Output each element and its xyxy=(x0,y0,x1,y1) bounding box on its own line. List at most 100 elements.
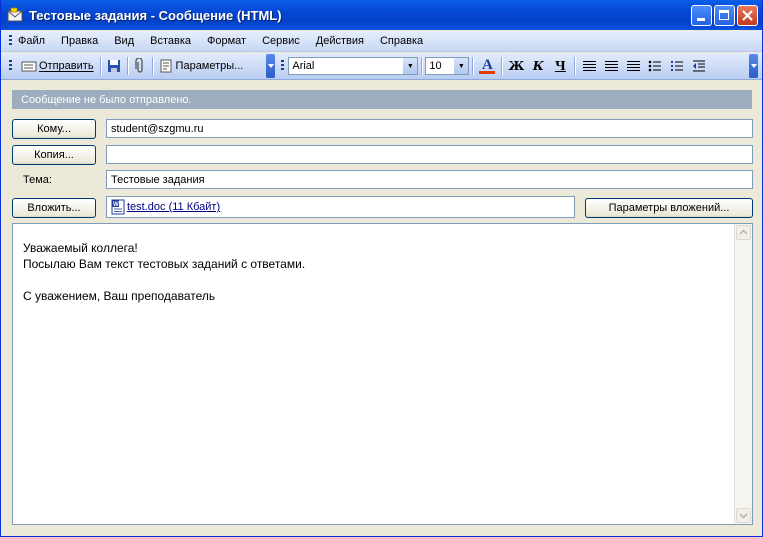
underline-icon: Ч xyxy=(554,59,566,73)
grip-icon[interactable] xyxy=(281,60,285,72)
grip-icon[interactable] xyxy=(9,60,12,72)
italic-button[interactable]: К xyxy=(527,56,549,76)
chevron-up-icon xyxy=(739,229,748,235)
body-line: С уважением, Ваш преподаватель xyxy=(23,289,216,303)
bold-icon: Ж xyxy=(508,59,525,73)
scroll-up-button[interactable] xyxy=(736,225,751,240)
subject-field[interactable]: Тестовые задания xyxy=(106,170,753,189)
message-body[interactable]: Уважаемый коллега! Посылаю Вам текст тес… xyxy=(12,223,753,525)
message-window: Тестовые задания - Сообщение (HTML) Файл… xyxy=(0,0,763,537)
font-color-icon: A xyxy=(481,56,493,73)
subject-label: Тема: xyxy=(23,174,52,186)
to-button[interactable]: Кому... xyxy=(12,119,96,139)
font-name-select[interactable]: Arial ▼ xyxy=(288,57,419,75)
decrease-indent-button[interactable] xyxy=(688,56,710,76)
to-field[interactable]: student@szgmu.ru xyxy=(106,119,753,138)
cc-button-label: Копия... xyxy=(34,149,74,161)
minimize-button[interactable] xyxy=(691,5,712,26)
word-document-icon: W xyxy=(111,199,125,215)
toolbar-separator xyxy=(574,57,576,75)
align-left-button[interactable] xyxy=(578,56,600,76)
menu-file[interactable]: Файл xyxy=(18,35,45,47)
minimize-icon xyxy=(697,18,705,21)
grip-icon[interactable] xyxy=(9,35,12,47)
italic-icon: К xyxy=(532,59,544,73)
menu-insert[interactable]: Вставка xyxy=(150,35,191,47)
menu-bar: Файл Правка Вид Вставка Формат Сервис Де… xyxy=(1,31,762,52)
font-color-swatch xyxy=(479,70,496,74)
mail-envelope-icon[interactable] xyxy=(7,7,23,23)
align-left-icon xyxy=(582,60,596,72)
chevron-down-icon[interactable]: ▼ xyxy=(454,58,469,74)
body-line: Посылаю Вам текст тестовых заданий с отв… xyxy=(23,257,306,271)
toolbar-separator xyxy=(472,57,474,75)
bullets-button[interactable] xyxy=(644,56,666,76)
menu-help[interactable]: Справка xyxy=(380,35,423,47)
align-right-icon xyxy=(626,60,640,72)
to-field-value: student@szgmu.ru xyxy=(111,122,204,135)
to-button-label: Кому... xyxy=(37,123,71,135)
title-bar[interactable]: Тестовые задания - Сообщение (HTML) xyxy=(1,0,762,30)
font-color-button[interactable]: A xyxy=(476,56,498,76)
menu-view[interactable]: Вид xyxy=(114,35,134,47)
message-body-text: Уважаемый коллега! Посылаю Вам текст тес… xyxy=(23,240,305,304)
font-name-value: Arial xyxy=(292,60,315,72)
close-icon xyxy=(742,10,753,21)
maximize-button[interactable] xyxy=(714,5,735,26)
svg-text:W: W xyxy=(113,202,119,208)
decrease-indent-icon xyxy=(693,60,706,72)
toolbar: Отправить Параметры... Arial ▼ 10 ▼ A Ж … xyxy=(1,53,762,80)
font-size-value: 10 xyxy=(429,60,442,72)
subject-field-value: Тестовые задания xyxy=(111,173,205,186)
underline-button[interactable]: Ч xyxy=(549,56,571,76)
bullet-list-icon xyxy=(649,60,662,72)
info-bar: Сообщение не было отправлено. xyxy=(12,90,752,109)
bold-button[interactable]: Ж xyxy=(505,56,527,76)
toolbar-overflow-icon[interactable] xyxy=(266,54,276,78)
font-size-select[interactable]: 10 ▼ xyxy=(425,57,470,75)
menu-tools[interactable]: Сервис xyxy=(262,35,300,47)
send-label: Отправить xyxy=(39,60,94,72)
chevron-down-icon xyxy=(739,513,748,519)
maximize-icon xyxy=(719,10,729,20)
send-button[interactable]: Отправить xyxy=(18,56,97,76)
send-icon xyxy=(21,61,37,72)
options-icon xyxy=(160,59,172,73)
attachment-link[interactable]: test.doc (11 Кбайт) xyxy=(127,201,220,213)
info-bar-text: Сообщение не было отправлено. xyxy=(21,93,192,106)
body-line-empty xyxy=(23,272,305,288)
vertical-scrollbar[interactable] xyxy=(734,224,752,524)
cc-field[interactable] xyxy=(106,145,753,164)
window-title: Тестовые задания - Сообщение (HTML) xyxy=(29,7,282,23)
menu-actions[interactable]: Действия xyxy=(316,35,364,47)
toolbar-separator xyxy=(99,57,101,75)
chevron-down-icon[interactable]: ▼ xyxy=(403,58,418,74)
close-button[interactable] xyxy=(737,5,758,26)
options-button[interactable]: Параметры... xyxy=(156,56,247,76)
align-right-button[interactable] xyxy=(622,56,644,76)
toolbar-separator xyxy=(151,57,153,75)
save-button[interactable] xyxy=(104,56,124,76)
menu-edit[interactable]: Правка xyxy=(61,35,98,47)
save-icon xyxy=(107,60,120,72)
menu-format[interactable]: Формат xyxy=(207,35,246,47)
toolbar-separator xyxy=(126,57,128,75)
attach-button-label: Вложить... xyxy=(27,202,81,214)
numbered-list-icon xyxy=(671,61,684,71)
attach-file-button[interactable] xyxy=(131,56,149,76)
numbering-button[interactable] xyxy=(666,56,688,76)
align-center-icon xyxy=(604,60,618,72)
toolbar-separator xyxy=(421,57,423,75)
attachment-options-button[interactable]: Параметры вложений... xyxy=(585,198,753,218)
attachment-field[interactable]: W test.doc (11 Кбайт) xyxy=(106,196,575,218)
toolbar-overflow-icon[interactable] xyxy=(749,54,758,78)
toolbar-separator xyxy=(501,57,503,75)
scroll-down-button[interactable] xyxy=(736,508,751,523)
body-line: Уважаемый коллега! xyxy=(23,241,138,255)
options-label: Параметры... xyxy=(175,60,244,72)
attachment-options-label: Параметры вложений... xyxy=(608,202,730,214)
cc-button[interactable]: Копия... xyxy=(12,145,96,165)
align-center-button[interactable] xyxy=(600,56,622,76)
paperclip-icon xyxy=(134,58,143,73)
attach-button[interactable]: Вложить... xyxy=(12,198,96,218)
